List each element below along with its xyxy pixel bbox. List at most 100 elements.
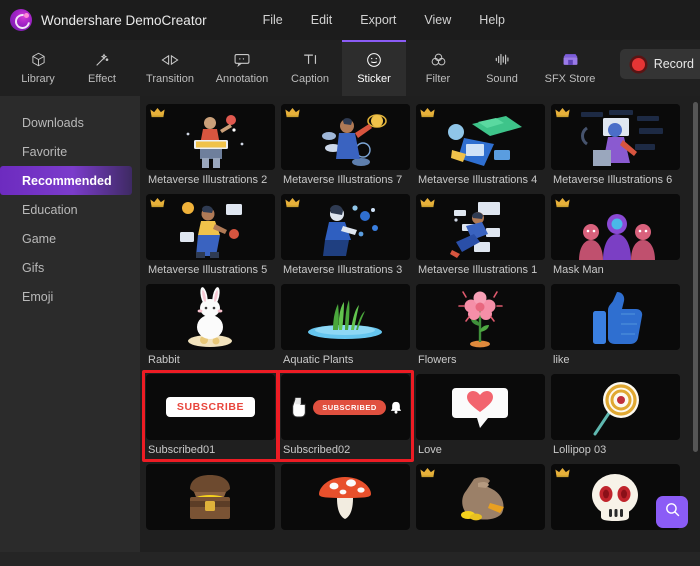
- sticker-label: like: [553, 354, 570, 366]
- menu-item-edit[interactable]: Edit: [297, 9, 347, 31]
- premium-crown-icon: [285, 108, 300, 118]
- record-button-label: Record: [653, 57, 694, 71]
- sticker-label: Metaverse Illustrations 3: [283, 264, 403, 276]
- tab-caption[interactable]: Caption: [278, 40, 342, 96]
- smiley-face-icon: [366, 51, 382, 68]
- premium-crown-icon: [420, 198, 435, 208]
- sticker-label: Metaverse Illustrations 6: [553, 174, 673, 186]
- sticker-thumbnail[interactable]: [281, 464, 410, 530]
- menu-item-export[interactable]: Export: [346, 9, 410, 31]
- sticker-item[interactable]: [416, 464, 551, 534]
- sidebar-item-emoji[interactable]: Emoji: [0, 282, 132, 311]
- menu-item-view[interactable]: View: [410, 9, 465, 31]
- text-caption-icon: [302, 51, 318, 68]
- main-body: Downloads Favorite Recommended Education…: [0, 96, 700, 552]
- speech-bubble-icon: [234, 51, 250, 68]
- sticker-thumbnail[interactable]: [551, 284, 680, 350]
- premium-crown-icon: [420, 108, 435, 118]
- sticker-label: Metaverse Illustrations 1: [418, 264, 538, 276]
- sticker-item[interactable]: Metaverse Illustrations 2: [146, 104, 281, 186]
- menu-item-file[interactable]: File: [249, 9, 297, 31]
- sticker-item[interactable]: SUBSCRIBED Subscribed02: [277, 370, 416, 462]
- sticker-item[interactable]: Metaverse Illustrations 6: [551, 104, 686, 186]
- sticker-thumbnail[interactable]: [416, 374, 545, 440]
- sticker-thumbnail[interactable]: [146, 194, 275, 260]
- sticker-thumbnail[interactable]: [551, 194, 680, 260]
- sticker-item[interactable]: Aquatic Plants: [281, 284, 416, 366]
- record-button-container: Record: [619, 49, 700, 79]
- record-button[interactable]: Record: [619, 49, 700, 79]
- sticker-thumbnail[interactable]: [416, 194, 545, 260]
- sticker-item[interactable]: [281, 464, 416, 534]
- sticker-thumbnail[interactable]: [281, 284, 410, 350]
- sticker-label: Rabbit: [148, 354, 180, 366]
- sidebar-item-education[interactable]: Education: [0, 195, 132, 224]
- sticker-label: Metaverse Illustrations 4: [418, 174, 538, 186]
- sticker-item[interactable]: Metaverse Illustrations 5: [146, 194, 281, 276]
- sticker-thumbnail[interactable]: [281, 104, 410, 170]
- sticker-item[interactable]: Lollipop 03: [551, 374, 686, 456]
- sticker-item[interactable]: SUBSCRIBE Subscribed01: [142, 370, 281, 462]
- sidebar-item-downloads[interactable]: Downloads: [0, 108, 132, 137]
- status-footer: [0, 552, 700, 566]
- menu-item-help[interactable]: Help: [465, 9, 519, 31]
- tab-annotation-label: Annotation: [215, 73, 269, 85]
- sidebar-item-gifs[interactable]: Gifs: [0, 253, 132, 282]
- sticker-item[interactable]: Metaverse Illustrations 7: [281, 104, 416, 186]
- search-button[interactable]: [656, 496, 688, 528]
- tab-effect[interactable]: Effect: [70, 40, 134, 96]
- sticker-label: Metaverse Illustrations 5: [148, 264, 268, 276]
- tab-sound[interactable]: Sound: [470, 40, 534, 96]
- tab-filter-label: Filter: [425, 73, 451, 85]
- cube-icon: [31, 51, 46, 68]
- premium-crown-icon: [285, 198, 300, 208]
- sticker-item[interactable]: Love: [416, 374, 551, 456]
- sidebar-item-favorite[interactable]: Favorite: [0, 137, 132, 166]
- sticker-item[interactable]: Metaverse Illustrations 1: [416, 194, 551, 276]
- tab-transition[interactable]: Transition: [134, 40, 206, 96]
- tab-filter[interactable]: Filter: [406, 40, 470, 96]
- tab-annotation[interactable]: Annotation: [206, 40, 278, 96]
- magic-wand-icon: [94, 51, 110, 68]
- sticker-item[interactable]: like: [551, 284, 686, 366]
- sticker-thumbnail[interactable]: [416, 464, 545, 530]
- search-icon: [664, 501, 681, 523]
- vertical-scrollbar[interactable]: [693, 102, 698, 452]
- tool-tab-bar: Library Effect Transition Annotation Cap…: [0, 40, 700, 96]
- sticker-item[interactable]: Metaverse Illustrations 3: [281, 194, 416, 276]
- sticker-item[interactable]: [146, 464, 281, 534]
- sticker-item[interactable]: Rabbit: [146, 284, 281, 366]
- tab-sfx-store-label: SFX Store: [544, 73, 596, 85]
- sidebar-item-recommended[interactable]: Recommended: [0, 166, 132, 195]
- sticker-grid-panel: Metaverse Illustrations 2 Metaverse Illu…: [140, 96, 700, 552]
- app-title: Wondershare DemoCreator: [41, 12, 207, 28]
- sticker-thumbnail[interactable]: [551, 374, 680, 440]
- menu-bar: File Edit Export View Help: [249, 9, 519, 31]
- sticker-thumbnail[interactable]: [146, 104, 275, 170]
- sticker-item[interactable]: Flowers: [416, 284, 551, 366]
- tab-effect-label: Effect: [88, 73, 116, 85]
- sticker-thumbnail[interactable]: [146, 284, 275, 350]
- subscribe-pill-label: SUBSCRIBE: [165, 397, 256, 417]
- sticker-thumbnail[interactable]: SUBSCRIBE: [146, 374, 275, 440]
- tab-library[interactable]: Library: [6, 40, 70, 96]
- sticker-thumbnail[interactable]: [146, 464, 275, 530]
- tab-sfx-store[interactable]: SFX Store: [534, 40, 606, 96]
- democreator-logo-icon: [10, 9, 32, 31]
- sticker-label: Flowers: [418, 354, 457, 366]
- sticker-thumbnail[interactable]: [281, 194, 410, 260]
- premium-crown-icon: [420, 468, 435, 478]
- sticker-label: Subscribed01: [148, 444, 216, 456]
- record-dot-icon: [631, 57, 645, 71]
- sticker-item[interactable]: Metaverse Illustrations 4: [416, 104, 551, 186]
- tab-sticker[interactable]: Sticker: [342, 40, 406, 96]
- sidebar-item-game[interactable]: Game: [0, 224, 132, 253]
- sticker-label: Subscribed02: [283, 444, 351, 456]
- sfx-store-icon: [562, 51, 579, 68]
- sticker-thumbnail[interactable]: [416, 284, 545, 350]
- sticker-thumbnail[interactable]: SUBSCRIBED: [281, 374, 410, 440]
- sticker-item[interactable]: Mask Man: [551, 194, 686, 276]
- sticker-thumbnail[interactable]: [416, 104, 545, 170]
- sticker-thumbnail[interactable]: [551, 104, 680, 170]
- premium-crown-icon: [555, 468, 570, 478]
